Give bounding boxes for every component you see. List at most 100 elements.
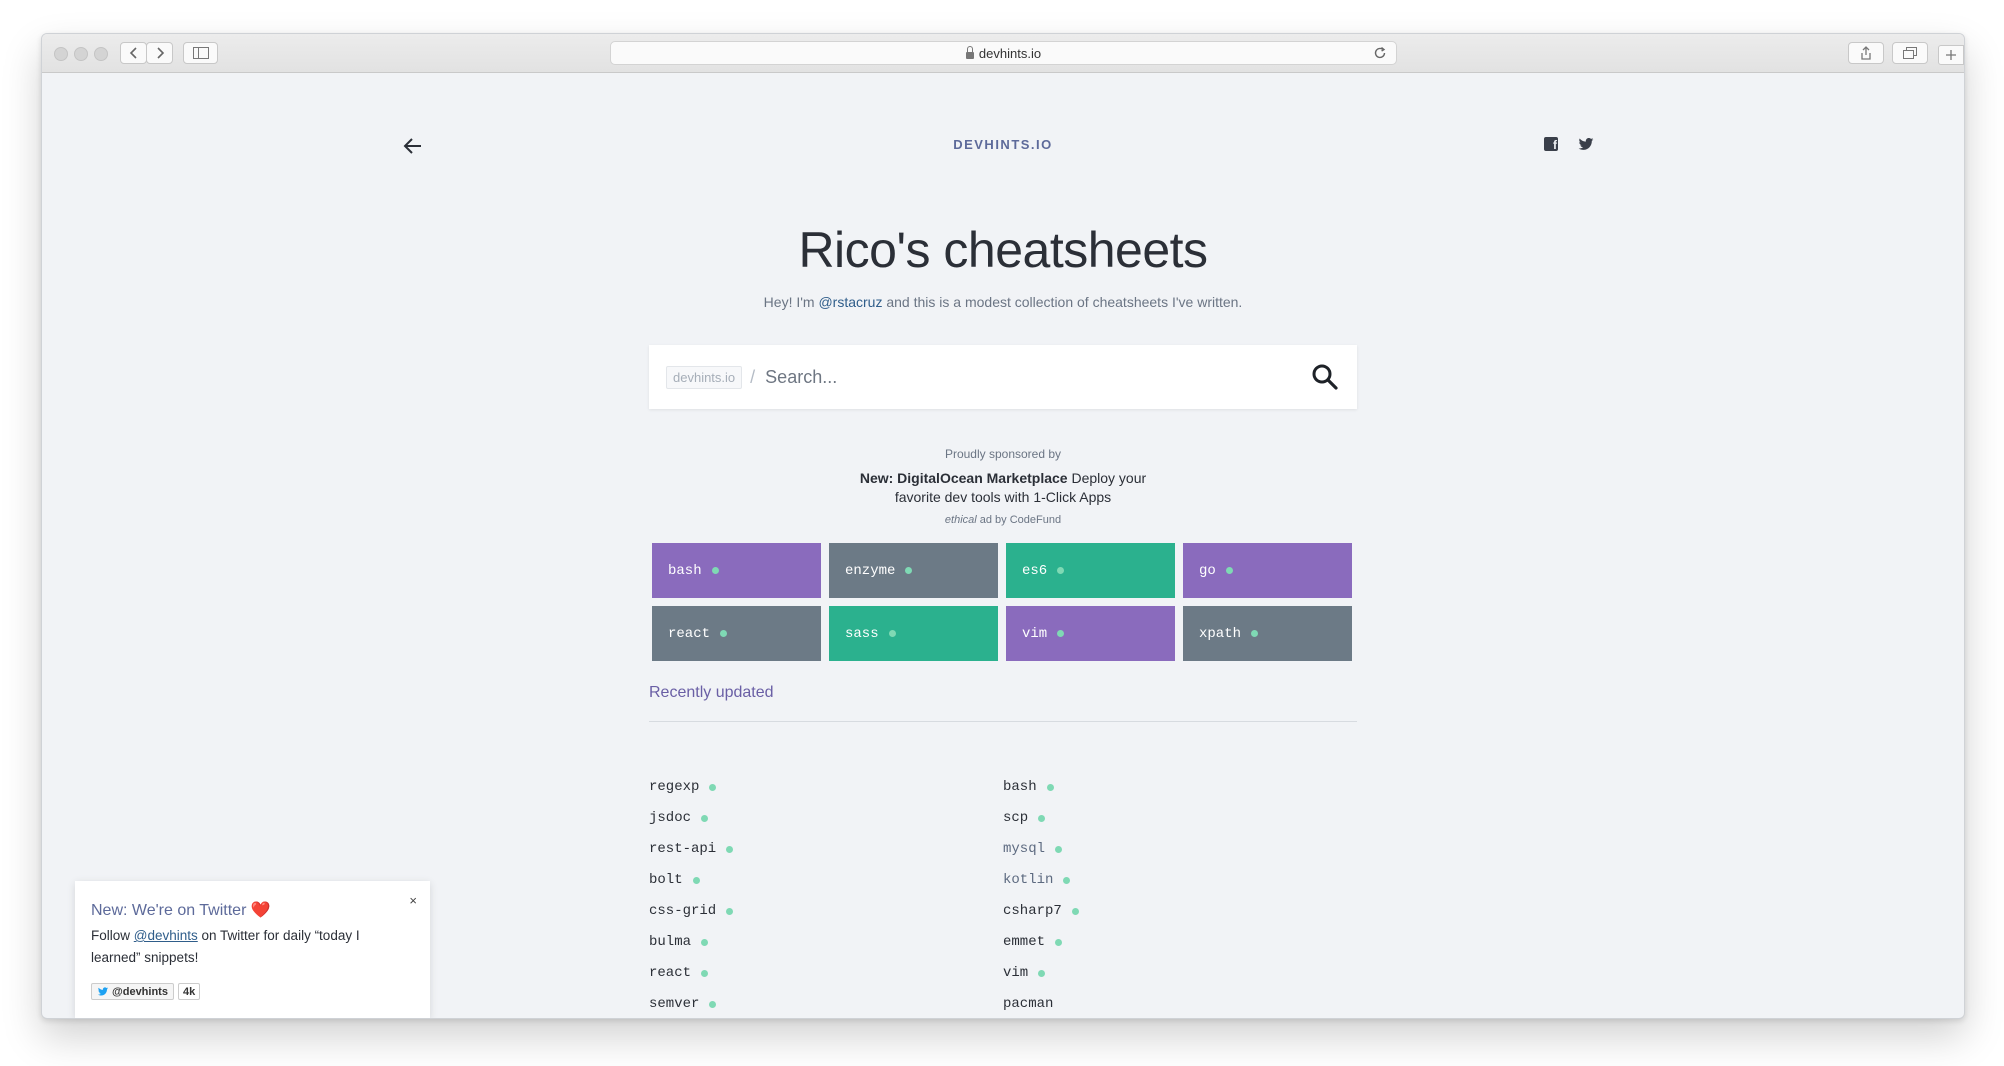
- featured-tile[interactable]: react: [652, 606, 821, 661]
- list-item[interactable]: semver: [649, 996, 717, 1012]
- dot-icon: [1057, 567, 1065, 574]
- list-item[interactable]: vim: [1003, 965, 1046, 981]
- list-item-label: jsdoc: [649, 810, 692, 826]
- sponsor-footer[interactable]: ethical ad by CodeFund: [42, 514, 1964, 526]
- site-brand[interactable]: DEVHINTS.IO: [42, 137, 1964, 152]
- dot-icon: [1071, 907, 1079, 915]
- list-item[interactable]: scp: [1003, 810, 1046, 826]
- dot-icon: [1038, 969, 1046, 977]
- dot-icon: [1225, 567, 1233, 574]
- list-item-label: react: [649, 965, 692, 981]
- list-item[interactable]: rest-api: [649, 841, 734, 857]
- divider: [649, 721, 1357, 722]
- forward-nav-button[interactable]: [146, 42, 173, 64]
- list-item-label: semver: [649, 996, 700, 1012]
- list-item[interactable]: bulma: [649, 934, 709, 950]
- heart-icon: ❤️: [250, 902, 271, 919]
- featured-tile-label: xpath: [1199, 625, 1242, 642]
- list-item[interactable]: kotlin: [1003, 872, 1071, 888]
- notice-title: New: We're on Twitter ❤️: [91, 900, 271, 920]
- list-item[interactable]: bash: [1003, 779, 1054, 795]
- list-item[interactable]: css-grid: [649, 903, 734, 919]
- list-item-label: vim: [1003, 965, 1029, 981]
- twitter-follower-count: 4k: [177, 983, 201, 1000]
- dot-icon: [1046, 783, 1054, 791]
- featured-tile-label: bash: [668, 562, 702, 579]
- tabs-overview-button[interactable]: [1892, 42, 1928, 64]
- sponsor-label: Proudly sponsored by: [944, 447, 1062, 461]
- author-link[interactable]: @rstacruz: [818, 294, 882, 310]
- back-nav-button[interactable]: [120, 42, 147, 64]
- featured-tile[interactable]: sass: [829, 606, 998, 661]
- chevron-left-icon: [129, 47, 137, 59]
- dot-icon: [1063, 876, 1071, 884]
- search-input[interactable]: [763, 365, 1268, 389]
- devhints-twitter-link[interactable]: @devhints: [134, 928, 198, 943]
- close-icon[interactable]: ×: [409, 893, 417, 908]
- page-subtitle: Hey! I'm @rstacruz and this is a modest …: [42, 294, 1964, 310]
- address-bar[interactable]: devhints.io: [610, 41, 1397, 65]
- twitter-follow-widget[interactable]: @devhints 4k: [91, 983, 201, 1000]
- list-item-label: emmet: [1003, 934, 1046, 950]
- featured-tile[interactable]: xpath: [1183, 606, 1352, 661]
- sponsor-text-line1: Deploy your: [1067, 470, 1147, 486]
- featured-tile[interactable]: es6: [1006, 543, 1175, 598]
- new-tab-button[interactable]: [1938, 45, 1964, 65]
- search-box[interactable]: devhints.io /: [649, 345, 1357, 409]
- featured-tile[interactable]: go: [1183, 543, 1352, 598]
- reload-icon[interactable]: [1372, 45, 1388, 61]
- dot-icon: [701, 969, 709, 977]
- list-item-label: kotlin: [1003, 872, 1054, 888]
- sponsor-footer-em: ethical: [944, 514, 977, 526]
- list-item[interactable]: csharp7: [1003, 903, 1079, 919]
- zoom-window-button[interactable]: [94, 47, 108, 61]
- share-icon: [1861, 46, 1871, 60]
- dot-icon: [709, 1000, 717, 1008]
- list-item[interactable]: react: [649, 965, 709, 981]
- twitter-notice: × New: We're on Twitter ❤️ Follow @devhi…: [75, 881, 430, 1018]
- notice-title-text: New: We're on Twitter: [91, 902, 247, 919]
- sponsor-footer-text: ad by CodeFund: [976, 514, 1062, 526]
- dot-icon: [692, 876, 700, 884]
- list-item[interactable]: mysql: [1003, 841, 1063, 857]
- list-item-label: bulma: [649, 934, 692, 950]
- browser-window: devhints.io DEVHINTS.IO f Rico's cheatsh…: [41, 33, 1965, 1019]
- list-item[interactable]: emmet: [1003, 934, 1063, 950]
- dot-icon: [1057, 630, 1065, 637]
- subtitle-text-start: Hey! I'm: [763, 294, 819, 310]
- dot-icon: [720, 630, 728, 637]
- share-button[interactable]: [1848, 42, 1884, 64]
- search-prefix-badge: devhints.io: [666, 365, 743, 389]
- lock-icon: [965, 45, 974, 59]
- dot-icon: [905, 567, 913, 574]
- sidebar-toggle-button[interactable]: [183, 42, 218, 64]
- list-item-label: rest-api: [649, 841, 717, 857]
- minimize-window-button[interactable]: [74, 47, 88, 61]
- list-item[interactable]: regexp: [649, 779, 717, 795]
- browser-toolbar: devhints.io: [42, 34, 1964, 73]
- twitter-follow-button[interactable]: @devhints: [91, 983, 174, 1000]
- featured-tile[interactable]: bash: [652, 543, 821, 598]
- dot-icon: [888, 630, 896, 637]
- subtitle-text-end: and this is a modest collection of cheat…: [882, 294, 1243, 310]
- list-item[interactable]: jsdoc: [649, 810, 709, 826]
- featured-tile[interactable]: enzyme: [829, 543, 998, 598]
- list-item[interactable]: bolt: [649, 872, 700, 888]
- twitter-icon[interactable]: [1578, 136, 1594, 152]
- list-item-label: css-grid: [649, 903, 717, 919]
- plus-icon: [1946, 50, 1956, 60]
- search-icon[interactable]: [1311, 363, 1339, 391]
- dot-icon: [701, 814, 709, 822]
- twitter-bird-icon: [97, 987, 109, 996]
- twitter-follow-label: @devhints: [112, 985, 168, 998]
- page-content: DEVHINTS.IO f Rico's cheatsheets Hey! I'…: [42, 73, 1964, 1018]
- close-window-button[interactable]: [54, 47, 68, 61]
- dot-icon: [709, 783, 717, 791]
- list-item[interactable]: pacman: [1003, 996, 1053, 1012]
- sponsor-ad[interactable]: New: DigitalOcean Marketplace Deploy you…: [42, 469, 1964, 507]
- sponsor-headline[interactable]: New: DigitalOcean Marketplace: [860, 470, 1068, 486]
- facebook-icon[interactable]: f: [1544, 137, 1558, 151]
- dot-icon: [1038, 814, 1046, 822]
- featured-tile[interactable]: vim: [1006, 606, 1175, 661]
- notice-body-start: Follow: [91, 928, 134, 943]
